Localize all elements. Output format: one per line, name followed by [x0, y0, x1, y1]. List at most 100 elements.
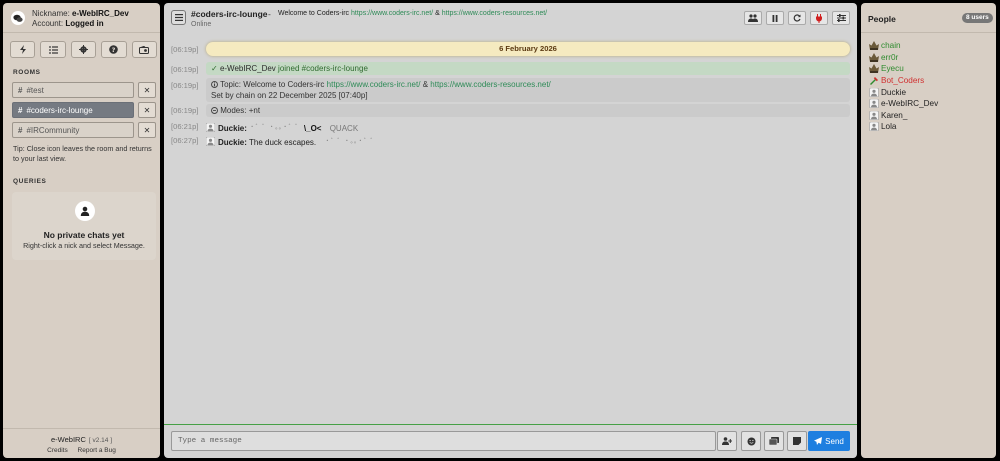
- message-timestamp: [06:21p]: [171, 122, 199, 131]
- account-label: Account:: [32, 19, 64, 28]
- people-list-item[interactable]: e-WebIRC_Dev: [869, 98, 938, 110]
- people-list-item[interactable]: err0r: [869, 52, 938, 64]
- people-nick: Eyecu: [881, 64, 904, 74]
- mode-icon: [211, 107, 218, 114]
- message-input[interactable]: Type a message: [171, 431, 716, 451]
- topic-amp: &: [422, 80, 429, 89]
- menu-button[interactable]: [171, 10, 186, 25]
- filter-button[interactable]: [832, 11, 850, 25]
- join-nick[interactable]: e-WebIRC_Dev: [220, 64, 276, 73]
- room-name: #test: [26, 85, 44, 95]
- send-icon: [814, 437, 823, 445]
- queries-empty-state: No private chats yet Right-click a nick …: [12, 192, 156, 260]
- lightning-button[interactable]: [10, 41, 36, 58]
- room-item-ircommunity[interactable]: # #IRCommunity: [12, 122, 134, 138]
- tip-text: Tip: Close icon leaves the room and retu…: [13, 144, 152, 163]
- format-button[interactable]: [787, 431, 807, 451]
- send-button[interactable]: Send: [808, 431, 850, 451]
- message-text: The duck escapes.: [248, 138, 317, 147]
- add-user-button[interactable]: [717, 431, 737, 451]
- sliders-icon: [836, 14, 846, 22]
- people-nick: err0r: [881, 52, 899, 62]
- list-button[interactable]: [40, 41, 66, 58]
- people-nick: Duckie: [881, 87, 907, 97]
- gear-icon: [79, 45, 89, 54]
- help-icon: ?: [109, 45, 119, 54]
- room-item-coders-irc-lounge[interactable]: # #coders-irc-lounge: [12, 102, 134, 118]
- users-button[interactable]: [744, 11, 762, 25]
- message-timestamp: [06:19p]: [171, 106, 199, 115]
- emoji-button[interactable]: [741, 431, 761, 451]
- hash-icon: #: [18, 105, 23, 115]
- join-event: ✓ e-WebIRC_Dev joined #coders-irc-lounge: [206, 62, 850, 75]
- close-icon: ✕: [143, 125, 151, 135]
- topic-label: Topic: Welcome to Coders-irc: [220, 80, 325, 89]
- report-bug-link[interactable]: Report a Bug: [78, 447, 116, 454]
- hash-icon: #: [18, 125, 23, 135]
- images-icon: [769, 437, 779, 445]
- close-icon: ✕: [143, 85, 151, 95]
- people-nick: chain: [881, 41, 901, 51]
- radio-button[interactable]: [131, 41, 158, 58]
- user-icon: [869, 87, 879, 97]
- app-name: e-WebIRC[ v2.14 ]: [3, 435, 160, 444]
- pause-button[interactable]: [766, 11, 784, 25]
- refresh-icon: [793, 14, 801, 22]
- people-list-item[interactable]: Duckie: [869, 86, 938, 98]
- smiley-icon: [747, 437, 755, 445]
- message-timestamp: [06:19p]: [171, 81, 199, 90]
- settings-button[interactable]: [70, 41, 97, 58]
- crown-icon: [869, 64, 879, 74]
- svg-text:?: ?: [112, 46, 116, 54]
- help-button[interactable]: ?: [101, 41, 127, 58]
- footer-links: Credits Report a Bug: [3, 447, 160, 454]
- room-close-button[interactable]: ✕: [138, 82, 156, 98]
- room-close-button[interactable]: ✕: [138, 122, 156, 138]
- send-label: Send: [825, 436, 844, 446]
- message-list: [06:19p] 6 February 2026 [06:19p] ✓ e-We…: [164, 34, 857, 423]
- credits-link[interactable]: Credits: [47, 447, 68, 454]
- people-list: chain err0r Eyecu Bot_Coders Duckie e-WebIRC_…: [869, 40, 938, 133]
- topic-link[interactable]: https://www.coders-irc.net/: [327, 80, 421, 89]
- join-channel: #coders-irc-lounge: [301, 64, 368, 73]
- room-item-test[interactable]: # #test: [12, 82, 134, 98]
- topic-amp: &: [435, 10, 440, 17]
- people-nick: Bot_Coders: [881, 76, 925, 86]
- topic-link[interactable]: https://www.coders-resources.net/: [430, 80, 551, 89]
- channel-name: #coders-irc-lounge: [191, 9, 268, 19]
- disconnect-button[interactable]: [810, 11, 828, 25]
- room-close-button[interactable]: ✕: [138, 102, 156, 118]
- topic-link[interactable]: https://www.coders-irc.net/: [351, 10, 433, 17]
- people-list-item[interactable]: Karen_: [869, 110, 938, 122]
- users-icon: [748, 14, 758, 22]
- composer: Type a message Send: [164, 424, 857, 458]
- people-list-item[interactable]: Bot_Coders: [869, 75, 938, 87]
- refresh-button[interactable]: [788, 11, 806, 25]
- hamburger-icon: [174, 14, 183, 21]
- chat-panel: #coders-irc-lounge - Welcome to Coders-i…: [164, 3, 857, 458]
- media-button[interactable]: [764, 431, 784, 451]
- people-header: People 8 users: [861, 3, 996, 33]
- lightning-icon: [19, 45, 26, 54]
- people-nick: Lola: [881, 122, 897, 132]
- nickname-value: e-WebIRC_Dev: [72, 9, 129, 18]
- people-list-item[interactable]: chain: [869, 40, 938, 52]
- topic-text: Welcome to Coders-irc: [278, 10, 350, 17]
- crown-icon: [869, 52, 879, 62]
- topic-link[interactable]: https://www.coders-resources.net/: [442, 10, 547, 17]
- hash-icon: #: [18, 85, 23, 95]
- user-icon: [75, 201, 95, 221]
- message-nick[interactable]: Duckie:: [218, 138, 247, 147]
- people-list-item[interactable]: Lola: [869, 121, 938, 133]
- user-avatar-icon: [206, 137, 215, 146]
- room-name: #IRCommunity: [26, 125, 80, 135]
- left-sidebar: Nickname: e-WebIRC_Dev Account: Logged i…: [3, 3, 160, 458]
- queries-title: QUERIES: [13, 178, 47, 185]
- nickname-line: Nickname: e-WebIRC_Dev: [32, 9, 129, 18]
- note-icon: [793, 437, 801, 445]
- people-list-item[interactable]: Eyecu: [869, 63, 938, 75]
- user-icon: [869, 110, 879, 121]
- message-nick[interactable]: Duckie:: [218, 124, 247, 133]
- sidebar-toolbar: ?: [10, 41, 158, 58]
- close-icon: ✕: [143, 105, 151, 115]
